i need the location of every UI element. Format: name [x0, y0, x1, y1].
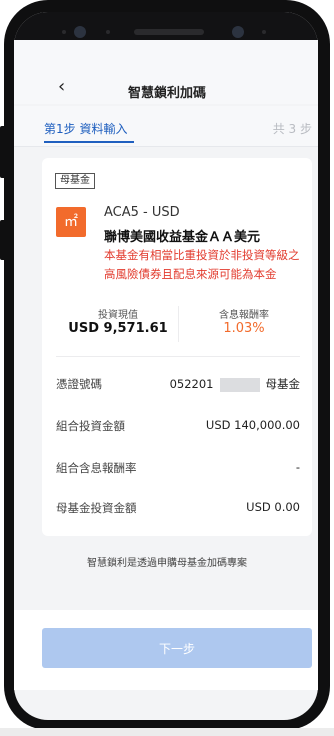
- portfolio-amount-label: 組合投資金額: [56, 419, 125, 433]
- return-rate-label: 含息報酬率: [219, 310, 269, 321]
- portfolio-amount-value: USD 140,000.00: [205, 418, 300, 432]
- step-total-label: 共 3 步: [272, 122, 312, 136]
- fund-chart-icon: ㎡: [56, 207, 86, 237]
- investment-value: USD 9,571.61: [68, 321, 168, 336]
- masked-digits: [219, 377, 260, 392]
- parent-fund-amount-label: 母基金投資金額: [56, 501, 137, 515]
- camera-icon: [74, 26, 86, 38]
- info-note: 智慧鎖利是透過申購母基金加碼專案: [87, 558, 247, 569]
- investment-value-label: 投資現值: [98, 310, 138, 321]
- certificate-number-label: 憑證號碼: [56, 377, 102, 391]
- camera-icon: [232, 26, 244, 38]
- portfolio-return-value: -: [295, 460, 300, 474]
- certificate-number-value: 052201 母基金: [170, 376, 300, 392]
- page-title: 智慧鎖利加碼: [127, 86, 206, 101]
- sensor-icon: [106, 30, 110, 34]
- certificate-type: 母基金: [265, 377, 301, 391]
- fund-name: 聯博美國收益基金ＡＡ美元: [104, 230, 261, 245]
- fund-code: ACA5 - USD: [104, 205, 180, 220]
- next-step-button[interactable]: 下一步: [42, 628, 312, 668]
- portfolio-return-label: 組合含息報酬率: [56, 461, 137, 475]
- step-underline: [44, 141, 134, 143]
- card-divider: [56, 356, 300, 357]
- phone-frame: ‹ 智慧鎖利加碼 第1步 資料輸入 共 3 步 母基金 ㎡ ACA5 - USD…: [0, 0, 334, 736]
- certificate-number-prefix: 052201: [169, 377, 214, 391]
- stat-divider: [178, 306, 179, 342]
- bottom-strip: [0, 728, 334, 736]
- risk-warning: 本基金有相當比重投資於非投資等級之高風險債券且配息來源可能為本金: [104, 248, 300, 281]
- sensor-icon: [62, 30, 66, 34]
- current-step-label: 第1步 資料輸入: [44, 122, 128, 136]
- return-rate-value: 1.03%: [223, 321, 265, 336]
- speaker-grille: [134, 29, 204, 35]
- parent-fund-amount-value: USD 0.00: [246, 500, 300, 514]
- sensor-icon: [262, 30, 266, 34]
- fund-type-tag: 母基金: [55, 173, 95, 189]
